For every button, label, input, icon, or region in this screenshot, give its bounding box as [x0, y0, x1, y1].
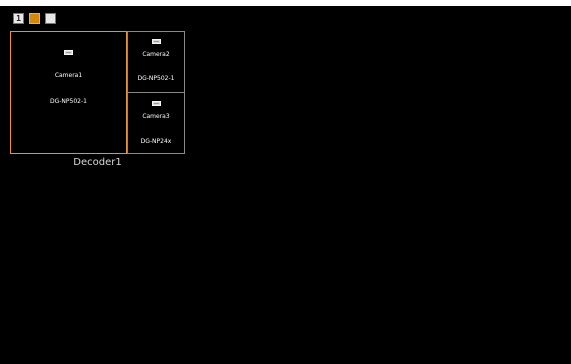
camera-name: Camera1: [54, 72, 83, 79]
device-name: DG-NP502-1: [50, 98, 87, 105]
top-strip: [0, 0, 571, 6]
camera-icon: [152, 101, 161, 106]
layout-9-button[interactable]: [45, 13, 56, 24]
camera-name: Camera2: [142, 51, 170, 58]
camera-icon: [152, 39, 161, 44]
video-tile-1[interactable]: Camera1 DG-NP502-1: [10, 31, 127, 154]
device-name: DG-NP502-1: [137, 75, 175, 82]
video-tile-3[interactable]: Camera3 DG-NP24x: [127, 92, 185, 154]
camera-name: Camera3: [142, 113, 170, 120]
camera-icon: [64, 50, 73, 55]
decoder-name: Decoder1: [73, 157, 122, 168]
layout-1-button[interactable]: 1: [13, 13, 24, 24]
video-tile-2[interactable]: Camera2 DG-NP502-1: [127, 31, 185, 93]
decoder-layout: Camera1 DG-NP502-1 Camera2 DG-NP502-1 Ca…: [10, 31, 185, 154]
device-name: DG-NP24x: [140, 138, 172, 145]
layout-1plus2-button[interactable]: [29, 13, 40, 24]
